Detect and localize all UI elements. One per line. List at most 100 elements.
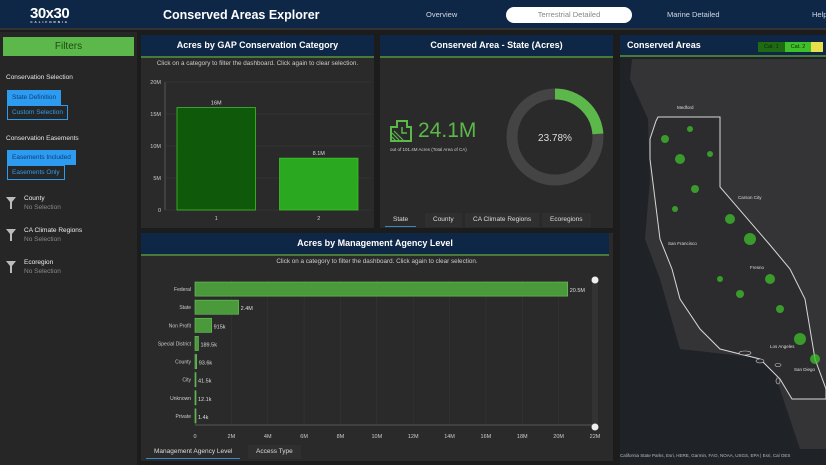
x-tick-label: 2 [317, 216, 320, 222]
x-tick-label: 0 [193, 434, 196, 440]
filter-icon [6, 229, 16, 241]
y-tick-label: Private [175, 414, 191, 420]
bar-data-label: 93.6k [199, 361, 213, 367]
nav-terrestrial-detailed[interactable]: Terrestrial Detailed [506, 7, 632, 23]
app-title: Conserved Areas Explorer [163, 8, 320, 22]
y-tick-label: City [182, 378, 191, 384]
gap-category-chart[interactable]: 0 5M 10M 15M 20M 16M 1 8.1M 2 [141, 35, 374, 228]
x-tick-label: 20M [553, 434, 564, 440]
filter-ecoregion[interactable]: Ecoregion No Selection [6, 259, 131, 279]
state-definition-button[interactable]: State Definition [7, 90, 62, 105]
filter-icon [6, 261, 16, 273]
nav-overview[interactable]: Overview [426, 10, 457, 19]
range-slider-handle-bottom[interactable] [591, 423, 599, 431]
x-tick-label: 6M [300, 434, 308, 440]
y-tick-label: State [179, 305, 191, 311]
y-tick-label: 15M [150, 112, 161, 118]
filter-icon [6, 197, 16, 209]
agency-bar-private[interactable] [194, 408, 197, 424]
bar-data-label: 20.5M [570, 288, 586, 294]
x-tick-label: 18M [517, 434, 528, 440]
bar-data-label: 8.1M [313, 151, 326, 157]
x-tick-label: 22M [590, 434, 601, 440]
logo[interactable]: 30x30 CALIFORNIA [30, 5, 70, 24]
tab-state[interactable]: State [385, 213, 417, 227]
bar-data-label: 16M [211, 101, 222, 107]
state-panel-title: Conserved Area - State (Acres) [380, 35, 613, 58]
legend-item[interactable]: Cat. 1 [758, 42, 785, 52]
x-tick-label: 14M [444, 434, 455, 440]
conservation-easements-label: Conservation Easements [6, 135, 79, 142]
conservation-selection-label: Conservation Selection [6, 74, 73, 81]
y-tick-label: Federal [174, 287, 191, 293]
bar-data-label: 1.4k [198, 415, 209, 421]
agency-bar-city[interactable] [194, 372, 197, 388]
bar-data-label: 189.5k [200, 342, 217, 348]
state-tabs: State County CA Climate Regions Ecoregio… [385, 213, 613, 227]
x-tick-label: 1 [215, 216, 218, 222]
percent-donut-chart[interactable]: 23.78% [505, 87, 605, 187]
easements-included-button[interactable]: Easements Included [7, 150, 76, 165]
parcel-map-icon [390, 120, 412, 142]
filter-title: County [24, 195, 45, 202]
agency-bar-unknown[interactable] [194, 390, 197, 406]
legend-item[interactable]: Cat. 2 [784, 42, 812, 52]
state-area-panel: Conserved Area - State (Acres) 24.1M out… [380, 35, 613, 228]
agency-bar-federal[interactable] [194, 281, 569, 297]
filter-value: No Selection [24, 204, 61, 211]
bar-data-label: 2.4M [241, 306, 254, 312]
tab-ecoregions[interactable]: Ecoregions [542, 213, 591, 227]
nav-marine-detailed[interactable]: Marine Detailed [667, 10, 720, 19]
custom-selection-button[interactable]: Custom Selection [7, 105, 68, 120]
agency-bar-state[interactable] [194, 299, 239, 315]
tab-county[interactable]: County [425, 213, 462, 227]
map-label-medford: Medford [677, 105, 694, 110]
map-label-fresno: Fresno [750, 265, 765, 270]
tab-access-type[interactable]: Access Type [248, 445, 301, 459]
filter-ca-climate-regions[interactable]: CA Climate Regions No Selection [6, 227, 131, 247]
gap-bar-1[interactable] [176, 107, 256, 211]
agency-bar-non-profit[interactable] [194, 317, 212, 333]
filter-value: No Selection [24, 236, 61, 243]
tab-management-agency-level[interactable]: Management Agency Level [146, 445, 241, 459]
map-label-los-angeles: Los Angeles [770, 344, 795, 349]
range-slider-track[interactable] [592, 280, 598, 428]
logo-subtext: CALIFORNIA [30, 20, 69, 24]
y-tick-label: Unknown [170, 396, 191, 402]
x-tick-label: 4M [264, 434, 272, 440]
filter-county[interactable]: County No Selection [6, 195, 131, 215]
gap-bar-2[interactable] [279, 157, 359, 211]
y-tick-label: 20M [150, 80, 161, 86]
map-label-san-francisco: San Francisco [668, 241, 697, 246]
filter-title: Ecoregion [24, 259, 54, 266]
y-tick-label: 10M [150, 144, 161, 150]
easements-only-button[interactable]: Easements Only [7, 165, 65, 180]
filters-header[interactable]: Filters [3, 37, 134, 56]
nav-help[interactable]: Help [812, 10, 826, 19]
agency-bar-special-district[interactable] [194, 336, 199, 351]
tab-ca-climate-regions[interactable]: CA Climate Regions [465, 213, 540, 227]
map-canvas[interactable]: Medford Carson City San Francisco Fresno… [620, 59, 826, 449]
legend-item[interactable] [811, 42, 824, 52]
conserved-acres-value: 24.1M [418, 119, 477, 142]
y-tick-label: 0 [158, 208, 161, 214]
range-slider-handle-top[interactable] [591, 276, 599, 284]
agency-level-chart[interactable]: 0 2M 4M 6M 8M 10M 12M 14M 16M 18M 20M 22M Federal 20.… [141, 233, 613, 445]
x-tick-label: 2M [228, 434, 236, 440]
agency-bar-county[interactable] [194, 354, 198, 369]
y-tick-label: 5M [153, 176, 161, 182]
filter-title: CA Climate Regions [24, 227, 83, 234]
map-title: Conserved Areas [627, 40, 701, 50]
x-tick-label: 16M [481, 434, 492, 440]
gap-category-panel: Acres by GAP Conservation Category Click… [141, 35, 374, 228]
map-label-carson-city: Carson City [738, 195, 762, 200]
bar-data-label: 12.1k [198, 397, 212, 403]
y-tick-label: County [175, 360, 191, 366]
map-label-san-diego: San Diego [794, 367, 816, 372]
header: 30x30 CALIFORNIA Conserved Areas Explorer… [0, 0, 826, 30]
map-legend: Cat. 1 Cat. 2 [758, 42, 824, 52]
map-attribution: California State Parks, Esri, HERE, Garm… [620, 453, 791, 458]
map-header: Conserved Areas Cat. 1 Cat. 2 [620, 35, 826, 57]
agency-level-panel: Acres by Management Agency Level Click o… [141, 233, 613, 461]
map-panel: Conserved Areas Cat. 1 Cat. 2 Medford Car… [620, 35, 826, 465]
